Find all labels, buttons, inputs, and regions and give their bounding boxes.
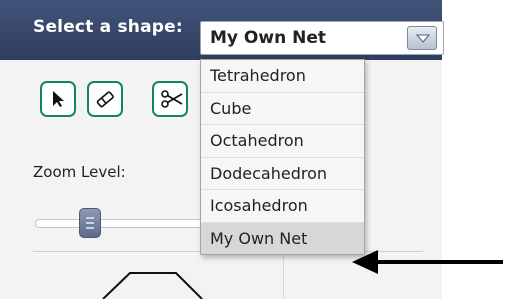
pointer-arrow-annotation bbox=[352, 250, 503, 274]
